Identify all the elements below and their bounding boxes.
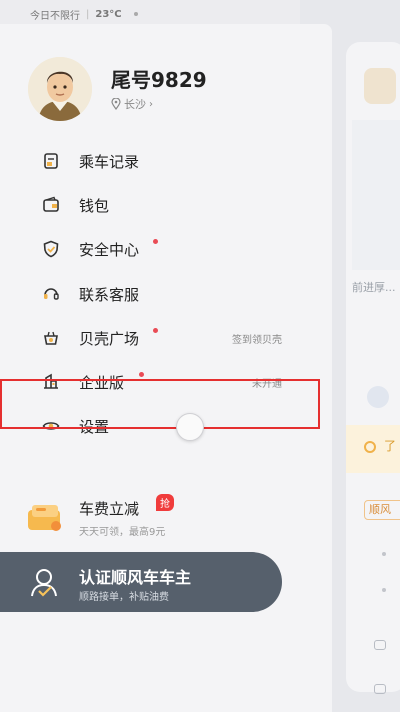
username: 尾号9829 (111, 68, 207, 92)
background-dot (382, 552, 386, 556)
temperature-text: 23°C (95, 8, 122, 20)
background-icon (374, 684, 386, 694)
promo-badge: 抢 (156, 494, 174, 511)
menu-label: 钱包 (79, 196, 110, 215)
background-avatar (364, 68, 396, 104)
shell-plaza-hint: 签到领贝壳 (232, 334, 282, 346)
promo-subtitle: 天天可领，最高9元 (79, 527, 166, 538)
menu-item-shell-plaza[interactable]: 贝壳广场 签到领贝壳 (0, 318, 300, 358)
settings-highlight-box (0, 379, 320, 429)
traffic-restriction-text: 今日不限行 (30, 10, 80, 22)
location-text: 长沙 (124, 98, 146, 111)
background-dot (382, 588, 386, 592)
notification-dot (153, 239, 158, 244)
location-selector[interactable]: 长沙 › (111, 96, 153, 112)
chevron-right-icon: › (149, 98, 153, 110)
menu-label: 联系客服 (79, 285, 140, 304)
menu-item-safety-center[interactable]: 安全中心 (0, 229, 300, 269)
shield-icon (41, 239, 61, 259)
shell-icon (41, 328, 61, 348)
promo-fare-discount[interactable]: 车费立减 抢 天天可领，最高9元 (0, 494, 300, 542)
location-pin-icon (111, 98, 121, 110)
menu-label: 安全中心 (79, 240, 140, 259)
driver-icon (31, 569, 57, 597)
menu-label: 乘车记录 (79, 152, 140, 171)
background-notice-text: 了 (384, 439, 397, 453)
wallet-icon (41, 195, 61, 215)
driver-banner-title: 认证顺风车车主 (79, 568, 192, 587)
background-icon (374, 640, 386, 650)
avatar-image (28, 57, 92, 121)
menu-label: 贝壳广场 (79, 329, 140, 348)
coupon-icon (28, 505, 61, 531)
status-separator: | (86, 8, 90, 20)
menu-item-wallet[interactable]: 钱包 (0, 185, 300, 225)
driver-banner-subtitle: 顺路接单，补贴油费 (79, 592, 169, 603)
notification-dot (139, 372, 144, 377)
background-map-area (352, 120, 400, 270)
driver-certification-banner[interactable]: 认证顺风车车主 顺路接单，补贴油费 (0, 552, 282, 612)
promo-title: 车费立减 (79, 500, 140, 518)
status-bar: 今日不限行 | 23°C (0, 0, 300, 24)
menu-item-customer-service[interactable]: 联系客服 (0, 274, 300, 314)
menu-item-ride-records[interactable]: 乘车记录 (0, 141, 300, 181)
background-icon (367, 386, 389, 408)
receipt-icon (41, 151, 61, 171)
headset-icon (41, 284, 61, 304)
background-notice-icon (364, 441, 376, 453)
avatar[interactable] (28, 57, 92, 121)
background-text: 前进厚... (352, 281, 396, 294)
status-dot (133, 12, 138, 16)
notification-dot (153, 328, 158, 333)
background-tag: 顺风 (364, 500, 400, 520)
touch-indicator (176, 413, 204, 441)
